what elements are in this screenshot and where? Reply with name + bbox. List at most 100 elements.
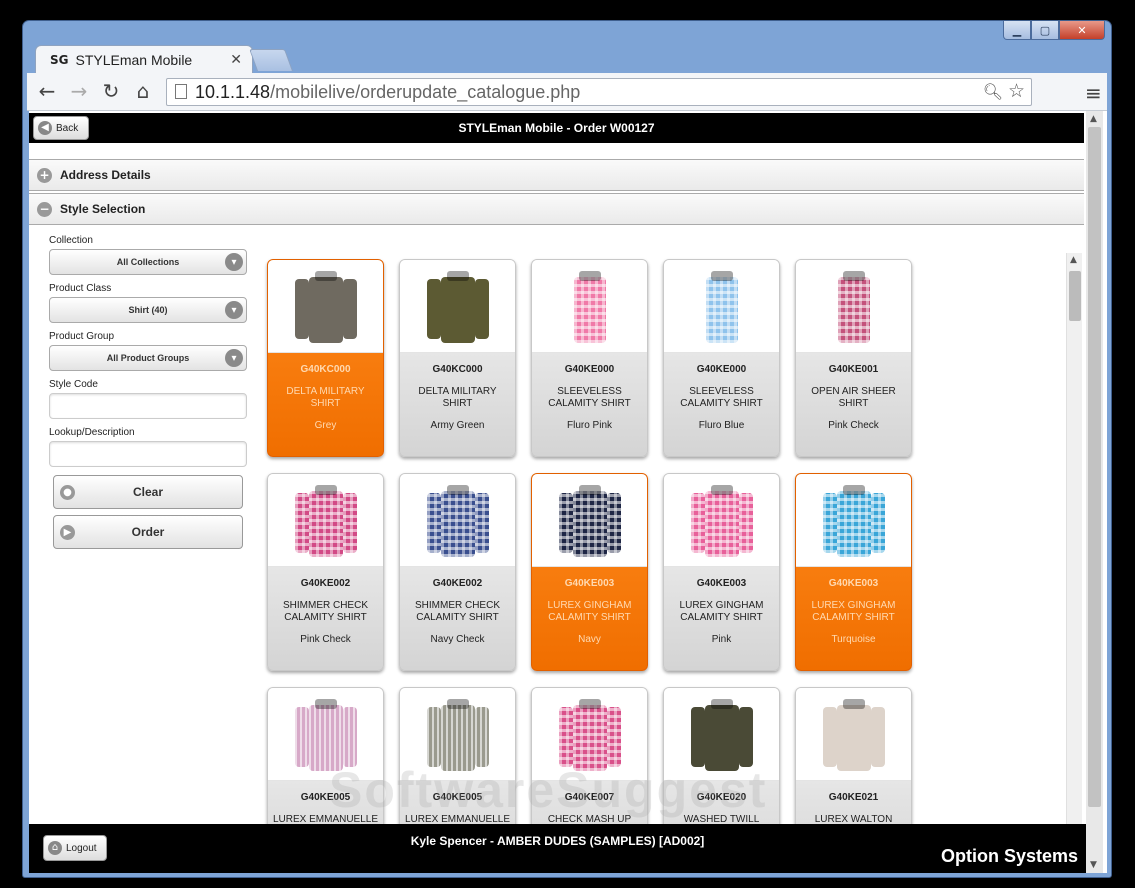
back-button[interactable]: ◀ Back <box>33 116 89 140</box>
product-image <box>664 688 779 781</box>
product-card[interactable]: G40KE000 SLEEVELESS CALAMITY SHIRT Fluro… <box>531 259 648 457</box>
home-icon[interactable]: ⌂ <box>131 79 155 103</box>
product-group-select[interactable]: All Product Groups ▾ <box>49 345 247 371</box>
product-class-label: Product Class <box>49 283 112 294</box>
product-code: G40KE000 <box>564 364 615 375</box>
window-controls: ▁ ▢ ✕ <box>1003 21 1105 40</box>
catalogue-scrollbar[interactable]: ▲ ▼ <box>1066 253 1082 841</box>
search-icon[interactable]: 🔍︎ <box>983 82 1003 102</box>
chevron-down-icon: ▾ <box>225 349 243 367</box>
clear-label: Clear <box>132 485 164 499</box>
address-details-section[interactable]: + Address Details <box>29 159 1084 191</box>
arrow-right-circle-icon: ▶ <box>60 525 75 540</box>
product-code: G40KE005 <box>432 792 483 803</box>
scroll-thumb[interactable] <box>1088 127 1101 807</box>
user-info: Kyle Spencer - AMBER DUDES (SAMPLES) [AD… <box>410 834 705 848</box>
web-page: ◀ Back STYLEman Mobile - Order W00127 + … <box>29 111 1107 873</box>
product-colour: Turquoise <box>831 634 876 645</box>
product-card[interactable]: G40KC000 DELTA MILITARY SHIRT Grey <box>267 259 384 457</box>
product-code: G40KE002 <box>300 578 351 589</box>
lookup-label: Lookup/Description <box>49 427 135 438</box>
collection-label: Collection <box>49 235 93 246</box>
reload-icon[interactable]: ↻ <box>99 79 123 103</box>
scroll-up-icon[interactable]: ▲ <box>1090 114 1097 124</box>
shirt-icon <box>558 695 621 773</box>
product-image <box>268 474 383 567</box>
style-code-label: Style Code <box>49 379 98 390</box>
product-code: G40KC000 <box>300 364 351 375</box>
style-selection-section[interactable]: − Style Selection <box>29 193 1084 225</box>
product-card[interactable]: G40KC000 DELTA MILITARY SHIRT Army Green <box>399 259 516 457</box>
product-description: DELTA MILITARY SHIRT <box>418 386 497 409</box>
style-code-input[interactable] <box>49 393 247 419</box>
product-image <box>268 260 383 353</box>
browser-window: ▁ ▢ ✕ SG STYLEman Mobile ✕ ← → ↻ ⌂ 10.1.… <box>22 20 1112 878</box>
product-colour: Pink Check <box>828 420 879 431</box>
shirt-icon <box>691 267 753 345</box>
plus-circle-icon: + <box>37 167 52 183</box>
shirt-icon <box>294 695 357 773</box>
product-colour: Navy Check <box>430 634 485 645</box>
browser-tab[interactable]: SG STYLEman Mobile ✕ <box>35 45 253 73</box>
product-image <box>268 688 383 781</box>
menu-icon[interactable]: ≡ <box>1085 81 1103 105</box>
product-code: G40KE003 <box>696 578 747 589</box>
favicon-icon: SG <box>50 52 69 67</box>
product-image <box>400 474 515 567</box>
product-card[interactable]: G40KE003 LUREX GINGHAM CALAMITY SHIRT Tu… <box>795 473 912 671</box>
new-tab-button[interactable] <box>248 49 294 71</box>
product-card[interactable]: G40KE000 SLEEVELESS CALAMITY SHIRT Fluro… <box>663 259 780 457</box>
shirt-icon <box>294 481 357 559</box>
product-class-value: Shirt (40) <box>128 305 168 315</box>
page-scrollbar[interactable]: ▲ ▼ <box>1086 111 1103 873</box>
bookmark-star-icon[interactable]: ☆ <box>1008 80 1025 103</box>
product-card[interactable]: G40KE003 LUREX GINGHAM CALAMITY SHIRT Na… <box>531 473 648 671</box>
back-label: Back <box>56 122 79 134</box>
scroll-up-icon[interactable]: ▲ <box>1070 255 1077 265</box>
product-code: G40KE002 <box>432 578 483 589</box>
maximize-button[interactable]: ▢ <box>1031 21 1059 40</box>
product-code: G40KE003 <box>564 578 615 589</box>
page-title: STYLEman Mobile - Order W00127 <box>458 121 655 135</box>
product-image <box>796 688 911 781</box>
product-description: LUREX GINGHAM CALAMITY SHIRT <box>547 600 632 623</box>
product-card[interactable]: G40KE002 SHIMMER CHECK CALAMITY SHIRT Na… <box>399 473 516 671</box>
product-card[interactable]: G40KE003 LUREX GINGHAM CALAMITY SHIRT Pi… <box>663 473 780 671</box>
product-code: G40KC000 <box>432 364 483 375</box>
product-code: G40KE005 <box>300 792 351 803</box>
close-window-button[interactable]: ✕ <box>1059 21 1105 40</box>
shirt-icon <box>426 267 489 345</box>
close-tab-icon[interactable]: ✕ <box>230 51 242 68</box>
address-bar[interactable]: 10.1.1.48/mobilelive/orderupdate_catalog… <box>166 78 1032 106</box>
product-description: SLEEVELESS CALAMITY SHIRT <box>548 386 631 409</box>
product-code: G40KE000 <box>696 364 747 375</box>
product-code: G40KE003 <box>828 578 879 589</box>
lookup-input[interactable] <box>49 441 247 467</box>
shirt-icon <box>294 267 357 345</box>
forward-arrow-icon[interactable]: → <box>67 79 91 103</box>
collection-select[interactable]: All Collections ▾ <box>49 249 247 275</box>
app-footer: ⌂ Logout Kyle Spencer - AMBER DUDES (SAM… <box>29 824 1086 873</box>
product-card[interactable]: G40KE002 SHIMMER CHECK CALAMITY SHIRT Pi… <box>267 473 384 671</box>
browser-toolbar: ← → ↻ ⌂ 10.1.1.48/mobilelive/orderupdate… <box>27 73 1107 111</box>
minimize-button[interactable]: ▁ <box>1003 21 1031 40</box>
order-label: Order <box>131 525 165 539</box>
scroll-down-icon[interactable]: ▼ <box>1090 860 1097 870</box>
scroll-thumb[interactable] <box>1069 271 1081 321</box>
shirt-icon <box>822 695 885 773</box>
product-card[interactable]: G40KE001 OPEN AIR SHEER SHIRT Pink Check <box>795 259 912 457</box>
product-class-select[interactable]: Shirt (40) ▾ <box>49 297 247 323</box>
brand-logo: Option Systems <box>940 846 1078 866</box>
chevron-down-icon: ▾ <box>225 301 243 319</box>
back-arrow-icon[interactable]: ← <box>35 79 59 103</box>
page-icon <box>175 84 187 99</box>
app-header: ◀ Back STYLEman Mobile - Order W00127 <box>29 113 1084 143</box>
product-image <box>796 260 911 353</box>
order-button[interactable]: ▶ Order <box>53 515 243 549</box>
collection-value: All Collections <box>116 257 180 267</box>
shirt-icon <box>822 481 885 559</box>
minus-circle-icon: − <box>37 201 52 217</box>
clear-button[interactable]: ● Clear <box>53 475 243 509</box>
product-description: LUREX GINGHAM CALAMITY SHIRT <box>679 600 764 623</box>
product-description: LUREX GINGHAM CALAMITY SHIRT <box>811 600 896 623</box>
